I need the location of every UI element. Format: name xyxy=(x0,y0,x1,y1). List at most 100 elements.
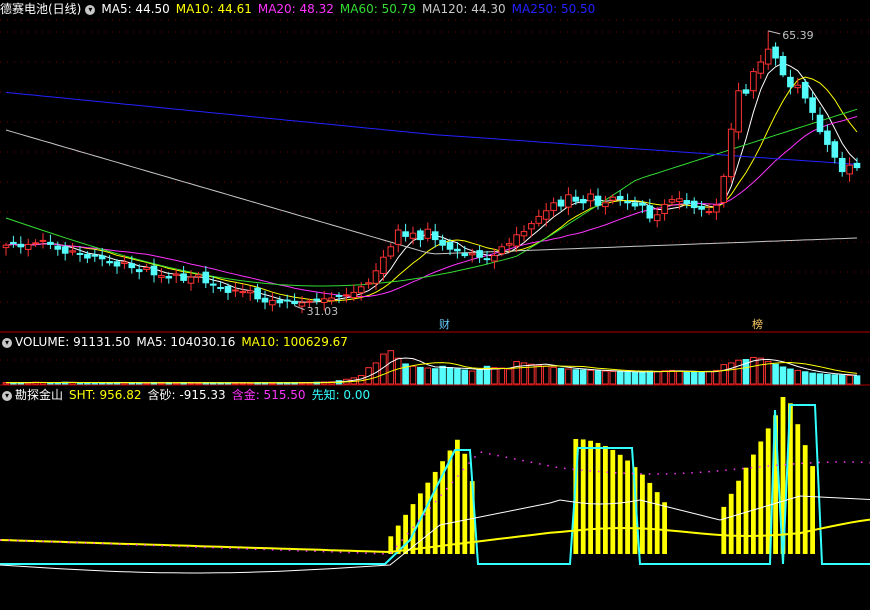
candle-body xyxy=(269,299,276,306)
volume-bar xyxy=(816,373,824,385)
candle-body xyxy=(91,254,99,257)
volume-bar xyxy=(846,375,853,385)
volume-bar xyxy=(557,367,565,385)
candle-body xyxy=(787,76,794,88)
volume-bar xyxy=(794,369,802,385)
volume-bar xyxy=(446,367,454,385)
grid-lines xyxy=(0,19,870,386)
event-marker-list[interactable]: 榜 xyxy=(751,319,764,331)
candle-body xyxy=(816,114,824,133)
candle-body xyxy=(47,241,54,245)
indicator-bar xyxy=(795,424,801,554)
candle-body xyxy=(705,211,713,214)
volume-bar xyxy=(461,369,469,385)
indicator-panel-header: ▾ 勘探金山 SHT: 956.82 含砂: -915.33 含金: 515.50 先知:… xyxy=(0,387,376,403)
volume-bar xyxy=(602,370,609,385)
candle-body xyxy=(276,299,284,304)
candle-body xyxy=(306,300,313,303)
candle-body xyxy=(150,265,158,276)
candle-body xyxy=(187,276,195,284)
volume-bar xyxy=(387,350,395,385)
indicator-series xyxy=(0,397,870,574)
candle-body xyxy=(431,231,439,241)
candle-body xyxy=(32,242,39,245)
volume-bar xyxy=(505,368,513,385)
candle-body xyxy=(461,253,469,257)
volume-bar xyxy=(542,365,550,385)
candle-body xyxy=(320,298,328,303)
indicator-bar xyxy=(603,446,608,554)
candle-body xyxy=(609,196,617,201)
indicator-bar xyxy=(736,480,741,554)
candle-body xyxy=(291,300,298,305)
candle-body xyxy=(365,282,372,285)
chevron-down-icon[interactable]: ▾ xyxy=(2,337,12,348)
volume-bar xyxy=(720,364,728,385)
candle-body xyxy=(542,210,550,220)
candle-body xyxy=(424,228,432,239)
volume-bar xyxy=(587,369,594,385)
volume-bar xyxy=(713,369,720,385)
volume-bar xyxy=(409,365,417,385)
chart-canvas: 65.39 31.03 xyxy=(0,19,870,574)
volume-bar xyxy=(454,368,461,385)
candle-body xyxy=(757,61,765,74)
volume-bar xyxy=(468,370,476,385)
candle-body xyxy=(579,198,587,204)
volume-bar xyxy=(394,357,402,385)
volume-bar xyxy=(705,370,713,385)
candle-body xyxy=(750,71,757,92)
volume-bar xyxy=(476,369,483,385)
ma-legend-item-3: MA60: 50.79 xyxy=(339,2,416,16)
indicator-name: 勘探金山 xyxy=(15,388,64,402)
chevron-down-icon[interactable]: ▾ xyxy=(85,4,96,15)
volume-bar xyxy=(498,367,506,385)
indicator-bar xyxy=(721,506,727,554)
candle-body xyxy=(631,202,639,207)
candle-body xyxy=(535,215,543,224)
candle-body xyxy=(180,273,187,281)
candle-body xyxy=(476,250,483,258)
candle-body xyxy=(224,286,232,293)
volume-bar xyxy=(535,364,543,385)
ma-legend-item-4: MA120: 44.30 xyxy=(421,2,506,16)
volume-bar xyxy=(439,365,446,385)
volume-bar xyxy=(424,367,432,385)
candle-body xyxy=(557,199,565,207)
candle-body xyxy=(313,298,321,301)
candle-body xyxy=(121,261,128,265)
indicator-bar xyxy=(625,460,630,554)
candle-body xyxy=(491,255,498,262)
event-marker-finance[interactable]: 财 xyxy=(438,319,451,331)
volume-bar xyxy=(787,368,794,385)
candle-body xyxy=(246,290,254,294)
volume-bar xyxy=(676,370,683,385)
indicator-bar xyxy=(751,454,756,554)
volume-bar xyxy=(801,371,809,385)
volume-bar xyxy=(594,370,602,385)
candle-body xyxy=(602,202,609,208)
high-price-label: 65.39 xyxy=(782,29,814,42)
ma-legend: MA5: 44.50 MA10: 44.61 MA20: 48.32 MA60: 50… xyxy=(101,2,601,16)
volume-ma5-label: MA5: 104030.16 xyxy=(136,335,236,349)
candle-body xyxy=(172,273,180,276)
low-price-label: 31.03 xyxy=(307,305,339,318)
candle-body xyxy=(195,274,202,278)
candle-body xyxy=(232,289,239,292)
candle-body xyxy=(394,229,402,245)
candle-body xyxy=(794,84,802,89)
indicator-sht-label: SHT: 956.82 xyxy=(69,388,142,402)
candle-body xyxy=(498,246,506,255)
volume-bar xyxy=(831,374,839,385)
chevron-down-icon[interactable]: ▾ xyxy=(2,390,12,401)
ma-legend-item-1: MA10: 44.61 xyxy=(175,2,252,16)
volume-bar xyxy=(690,371,698,385)
candle-body xyxy=(380,256,387,274)
candle-body xyxy=(298,302,306,307)
volume-bar xyxy=(565,368,572,385)
volume-bar xyxy=(572,369,580,385)
candle-body xyxy=(61,246,69,254)
ma-legend-item-5: MA250: 50.50 xyxy=(511,2,596,16)
volume-bar xyxy=(698,371,705,385)
candle-body xyxy=(594,195,602,206)
